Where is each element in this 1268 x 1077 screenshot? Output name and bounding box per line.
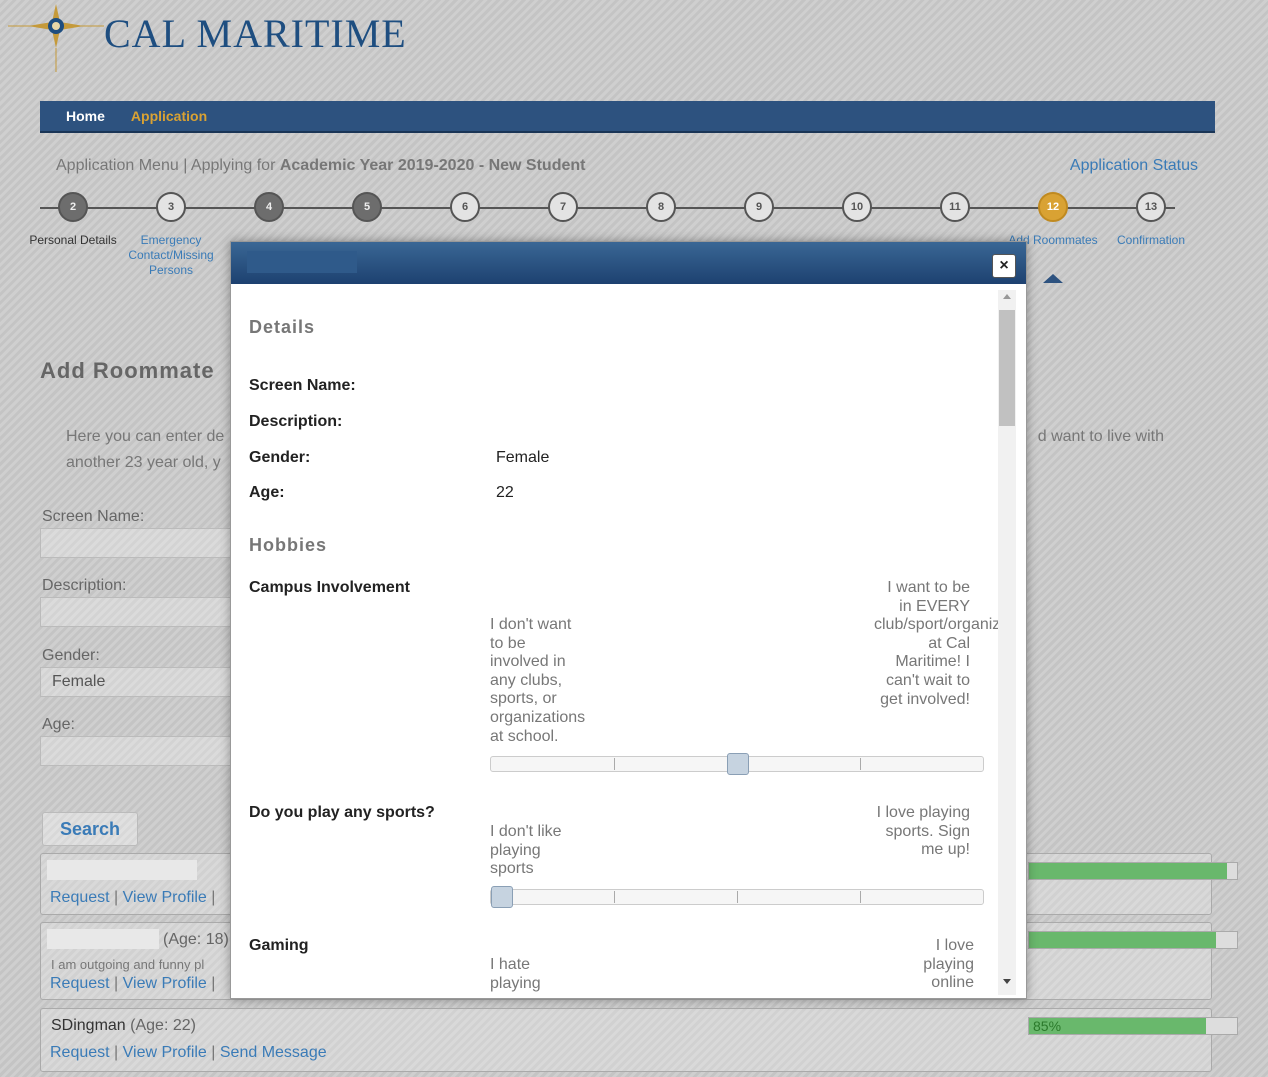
- application-menu-line: Application Menu | Applying for Academic…: [56, 157, 585, 175]
- request-link[interactable]: Request: [50, 1044, 110, 1061]
- request-link[interactable]: Request: [50, 889, 110, 906]
- description-label: Description:: [249, 413, 343, 430]
- slider-handle[interactable]: [727, 753, 749, 775]
- details-heading: Details: [249, 317, 316, 337]
- step-9[interactable]: 9: [744, 192, 774, 222]
- result-links: Request | View Profile |: [50, 975, 216, 992]
- step-label-personal-details[interactable]: Personal Details: [23, 233, 123, 248]
- step-7[interactable]: 7: [548, 192, 578, 222]
- brand-name: CAL MARITIME: [104, 11, 407, 56]
- page: CAL MARITIME Home Application Applicatio…: [0, 0, 1268, 1077]
- main-nav: Home Application: [40, 101, 1215, 133]
- step-12[interactable]: 12: [1038, 192, 1068, 222]
- result-description: I am outgoing and funny pl: [51, 957, 205, 972]
- result-age: (Age: 22): [130, 1017, 196, 1034]
- intro-line1-right: d want to live with: [1037, 428, 1164, 445]
- step-3[interactable]: 3: [156, 192, 186, 222]
- result-links: Request | View Profile | Send Message: [50, 1044, 327, 1061]
- modal-scrollbar[interactable]: [998, 290, 1016, 995]
- hobbies-heading: Hobbies: [249, 535, 328, 555]
- intro-line1-left: Here you can enter de: [66, 428, 225, 445]
- step-6[interactable]: 6: [450, 192, 480, 222]
- question-label: Do you play any sports?: [249, 804, 435, 821]
- question-label: Gaming: [249, 937, 309, 954]
- screen-name-label: Screen Name:: [42, 508, 145, 525]
- step-8[interactable]: 8: [646, 192, 676, 222]
- slider-low-label: I don't want to be involved in any clubs…: [490, 616, 586, 745]
- slider-tick: [737, 891, 738, 903]
- current-step-pointer: [1043, 274, 1063, 283]
- scroll-up-icon[interactable]: [1003, 294, 1011, 299]
- logo[interactable]: CAL MARITIME: [8, 4, 407, 74]
- step-label-emergency-contact[interactable]: Emergency Contact/Missing Persons: [121, 233, 221, 278]
- step-11[interactable]: 11: [940, 192, 970, 222]
- match-percent-text: 85%: [1033, 1018, 1062, 1034]
- step-10[interactable]: 10: [842, 192, 872, 222]
- view-profile-link[interactable]: View Profile: [123, 889, 207, 906]
- profile-modal: × Details Screen Name: Description: Gend…: [230, 241, 1027, 999]
- gender-label: Gender:: [42, 647, 100, 664]
- scroll-thumb[interactable]: [999, 310, 1015, 426]
- close-icon[interactable]: ×: [992, 254, 1016, 278]
- step-4[interactable]: 4: [254, 192, 284, 222]
- result-name: SDingman: [51, 1017, 126, 1034]
- page-title: Add Roommate: [40, 358, 215, 383]
- gender-value: Female: [496, 449, 550, 466]
- scroll-down-icon[interactable]: [1003, 979, 1011, 984]
- screen-name-label: Screen Name:: [249, 377, 356, 394]
- slider-high-label: I love playing sports. Sign me up!: [876, 804, 970, 859]
- slider-handle[interactable]: [491, 886, 513, 908]
- age-label: Age:: [249, 484, 285, 501]
- result-links: Request | View Profile |: [50, 889, 216, 906]
- match-bar: [1028, 931, 1238, 949]
- match-bar: 85%: [1028, 1017, 1238, 1035]
- search-button[interactable]: Search: [42, 812, 138, 846]
- nav-home[interactable]: Home: [66, 108, 105, 124]
- modal-header: ×: [231, 242, 1026, 284]
- compass-star-icon: [8, 4, 104, 74]
- step-label-confirmation[interactable]: Confirmation: [1101, 233, 1201, 248]
- step-5[interactable]: 5: [352, 192, 382, 222]
- redacted-name: [47, 860, 197, 880]
- view-profile-link[interactable]: View Profile: [123, 975, 207, 992]
- academic-year: Academic Year 2019-2020 - New Student: [279, 157, 586, 174]
- menu-prefix: Application Menu | Applying for: [56, 157, 280, 174]
- redacted-modal-title: [247, 251, 357, 273]
- send-message-link[interactable]: Send Message: [220, 1044, 327, 1061]
- slider-low-label: I don't like playing sports: [490, 823, 562, 878]
- screen-name-input[interactable]: [40, 528, 240, 558]
- slider-tick: [614, 758, 615, 770]
- application-status-link[interactable]: Application Status: [1070, 157, 1198, 175]
- result-name-line: SDingman (Age: 22): [51, 1017, 196, 1035]
- step-2[interactable]: 2: [58, 192, 88, 222]
- slider-tick: [860, 891, 861, 903]
- gender-select[interactable]: Female: [40, 667, 240, 697]
- redacted-name: [47, 929, 159, 949]
- description-input[interactable]: [40, 597, 240, 627]
- result-age: (Age: 18): [163, 931, 229, 948]
- description-label: Description:: [42, 577, 127, 594]
- steps-connector: [40, 207, 1175, 209]
- question-label: Campus Involvement: [249, 579, 410, 596]
- age-value: 22: [496, 484, 514, 501]
- match-bar-fill: [1029, 932, 1217, 948]
- result-row: SDingman (Age: 22) Request | View Profil…: [40, 1008, 1238, 1072]
- slider-high-label: I want to be in EVERY club/sport/organiz…: [874, 579, 998, 708]
- campus-involvement-slider[interactable]: [490, 753, 984, 775]
- slider-high-label: I love playing online: [923, 937, 974, 992]
- sports-slider[interactable]: [490, 886, 984, 908]
- age-label: Age:: [42, 716, 75, 733]
- match-bar-fill: [1029, 863, 1227, 879]
- match-bar: [1028, 862, 1238, 880]
- slider-tick: [860, 758, 861, 770]
- gender-label: Gender:: [249, 449, 311, 466]
- view-profile-link[interactable]: View Profile: [123, 1044, 207, 1061]
- age-input[interactable]: [40, 736, 240, 766]
- slider-tick: [614, 891, 615, 903]
- modal-body: Details Screen Name: Description: Gender…: [231, 284, 998, 998]
- step-13[interactable]: 13: [1136, 192, 1166, 222]
- nav-application[interactable]: Application: [131, 108, 207, 124]
- request-link[interactable]: Request: [50, 975, 110, 992]
- slider-low-label: I hate playing: [490, 956, 541, 992]
